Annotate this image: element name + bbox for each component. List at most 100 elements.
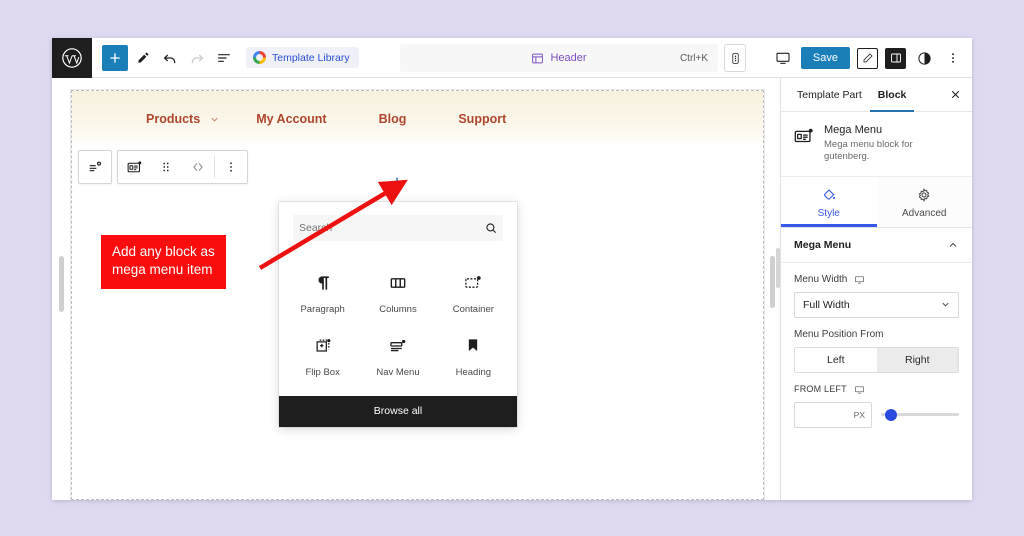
paint-bucket-icon [823, 188, 835, 200]
inserter-block-nav-menu[interactable]: Nav Menu [360, 325, 435, 384]
drag-handle-icon [163, 162, 169, 172]
select-parent-mega-menu-icon [89, 161, 102, 172]
document-title-bar[interactable]: Header Ctrl+K [400, 44, 718, 72]
slider-thumb[interactable] [885, 408, 897, 421]
nav-item-blog[interactable]: Blog [379, 112, 459, 126]
template-library-button[interactable]: Template Library [246, 47, 359, 68]
close-sidebar-button[interactable] [946, 86, 964, 104]
save-button[interactable]: Save [800, 47, 850, 69]
browse-all-button[interactable]: Browse all [279, 396, 517, 427]
block-inserter-popover: Paragraph Columns [279, 202, 517, 427]
top-bar-left-tools: Template Library [92, 44, 359, 71]
styles-button[interactable] [857, 47, 878, 69]
mega-menu-block-icon [793, 125, 815, 147]
inserter-search-field[interactable] [293, 215, 503, 241]
contrast-toggle-button[interactable] [913, 47, 935, 69]
chevron-up-icon [949, 242, 957, 247]
sidebar-scrollbar[interactable] [776, 248, 780, 288]
inserter-block-columns[interactable]: Columns [360, 262, 435, 321]
desktop-device-icon[interactable] [853, 274, 866, 285]
close-x-icon [951, 90, 959, 99]
select-parent-group [78, 150, 112, 184]
add-block-button[interactable] [102, 44, 128, 71]
tab-advanced-label: Advanced [902, 207, 947, 219]
search-input[interactable] [293, 222, 473, 234]
google-g-icon [253, 51, 266, 64]
edit-pencil-button[interactable] [130, 45, 155, 70]
position-option-right[interactable]: Right [876, 347, 958, 372]
move-up-down-icon [193, 163, 203, 171]
wordpress-site-editor-window: Template Library Header Ctrl+K Save Prod… [52, 38, 972, 500]
document-overview-button[interactable] [211, 45, 236, 70]
nav-menu-icon [387, 335, 409, 357]
menu-width-select[interactable]: Full Width [794, 291, 959, 318]
inserter-block-label: Flip Box [305, 367, 340, 378]
template-library-label: Template Library [272, 51, 350, 64]
inserter-block-container[interactable]: Container [436, 262, 511, 321]
top-bar-right-tools: Save [772, 38, 964, 78]
vertical-dots-in-box-icon [731, 52, 739, 64]
inserter-block-paragraph[interactable]: Paragraph [285, 262, 360, 321]
select-parent-mega-menu-button[interactable] [79, 151, 111, 183]
settings-sidebar-toggle[interactable] [885, 47, 906, 69]
tab-advanced[interactable]: Advanced [876, 176, 972, 227]
chevron-down-icon [211, 117, 218, 122]
menu-width-label: Menu Width [794, 273, 848, 285]
block-title: Mega Menu [824, 124, 883, 136]
undo-button[interactable] [157, 45, 182, 70]
inserter-block-label: Paragraph [300, 304, 345, 315]
block-options-dots-icon [230, 162, 232, 172]
inserter-block-grid: Paragraph Columns Container Flip Box Nav… [279, 252, 517, 396]
field-menu-position-from: Menu Position From Left Right [781, 318, 972, 373]
panel-title: Mega Menu [794, 238, 852, 251]
annotation-line-2: mega menu item [112, 262, 213, 278]
style-advanced-tabs: Style Advanced [781, 175, 972, 228]
inserter-block-heading[interactable]: Heading [436, 325, 511, 384]
from-left-label-row: FROM LEFT [794, 384, 959, 395]
gear-icon [918, 187, 930, 202]
block-options-button[interactable] [215, 151, 247, 183]
from-left-slider[interactable] [881, 408, 959, 422]
mega-menu-block-button[interactable] [118, 151, 150, 183]
desktop-preview-icon[interactable] [772, 47, 794, 69]
desktop-device-icon[interactable] [853, 384, 866, 395]
document-title-group: Header [531, 52, 587, 65]
wordpress-logo-icon[interactable] [52, 38, 92, 78]
drag-handle-button[interactable] [150, 151, 182, 183]
plus-inserter-icon [391, 177, 403, 189]
panel-header-mega-menu[interactable]: Mega Menu [781, 228, 972, 263]
nav-item-support[interactable]: Support [458, 112, 542, 126]
position-option-left[interactable]: Left [795, 347, 877, 372]
nav-item-my-account[interactable]: My Account [256, 112, 378, 126]
nav-item-products[interactable]: Products [146, 112, 256, 126]
settings-sidebar: Template Part Block Mega Menu Mega menu … [776, 78, 972, 500]
document-title: Header [550, 52, 587, 64]
inserter-block-flip-box[interactable]: Flip Box [285, 325, 360, 384]
canvas-scrollbar-right[interactable] [770, 256, 775, 308]
editor-canvas: Products My Account Blog Support Add any… [52, 78, 780, 500]
three-dots-vertical-icon [952, 53, 954, 63]
canvas-scrollbar-left[interactable] [59, 256, 64, 312]
block-info-card: Mega Menu Mega menu block for gutenberg. [781, 112, 972, 176]
sidebar-tabs: Template Part Block [781, 78, 972, 112]
canvas-inserter-plus-button[interactable] [388, 174, 406, 192]
inserter-block-label: Columns [379, 304, 417, 315]
more-options-button[interactable] [942, 47, 964, 69]
document-options-button[interactable] [724, 44, 746, 72]
nav-item-products-label: Products [146, 112, 201, 126]
chevron-down-icon [942, 302, 949, 307]
inserter-block-label: Heading [455, 367, 492, 378]
editor-top-bar: Template Library Header Ctrl+K Save [52, 38, 972, 78]
mega-menu-block-icon [127, 160, 141, 172]
tab-style[interactable]: Style [781, 176, 877, 227]
container-icon [462, 272, 484, 294]
from-left-number-input[interactable]: PX [794, 401, 872, 428]
tab-template-part[interactable]: Template Part [789, 78, 870, 112]
editor-body: Products My Account Blog Support Add any… [52, 78, 972, 500]
move-block-button[interactable] [182, 151, 214, 183]
block-description: Mega menu block for gutenberg. [824, 139, 913, 163]
field-from-left: FROM LEFT PX [781, 373, 972, 428]
tab-block[interactable]: Block [870, 78, 915, 112]
nav-links: Products My Account Blog Support [146, 112, 542, 126]
redo-button[interactable] [184, 45, 209, 70]
